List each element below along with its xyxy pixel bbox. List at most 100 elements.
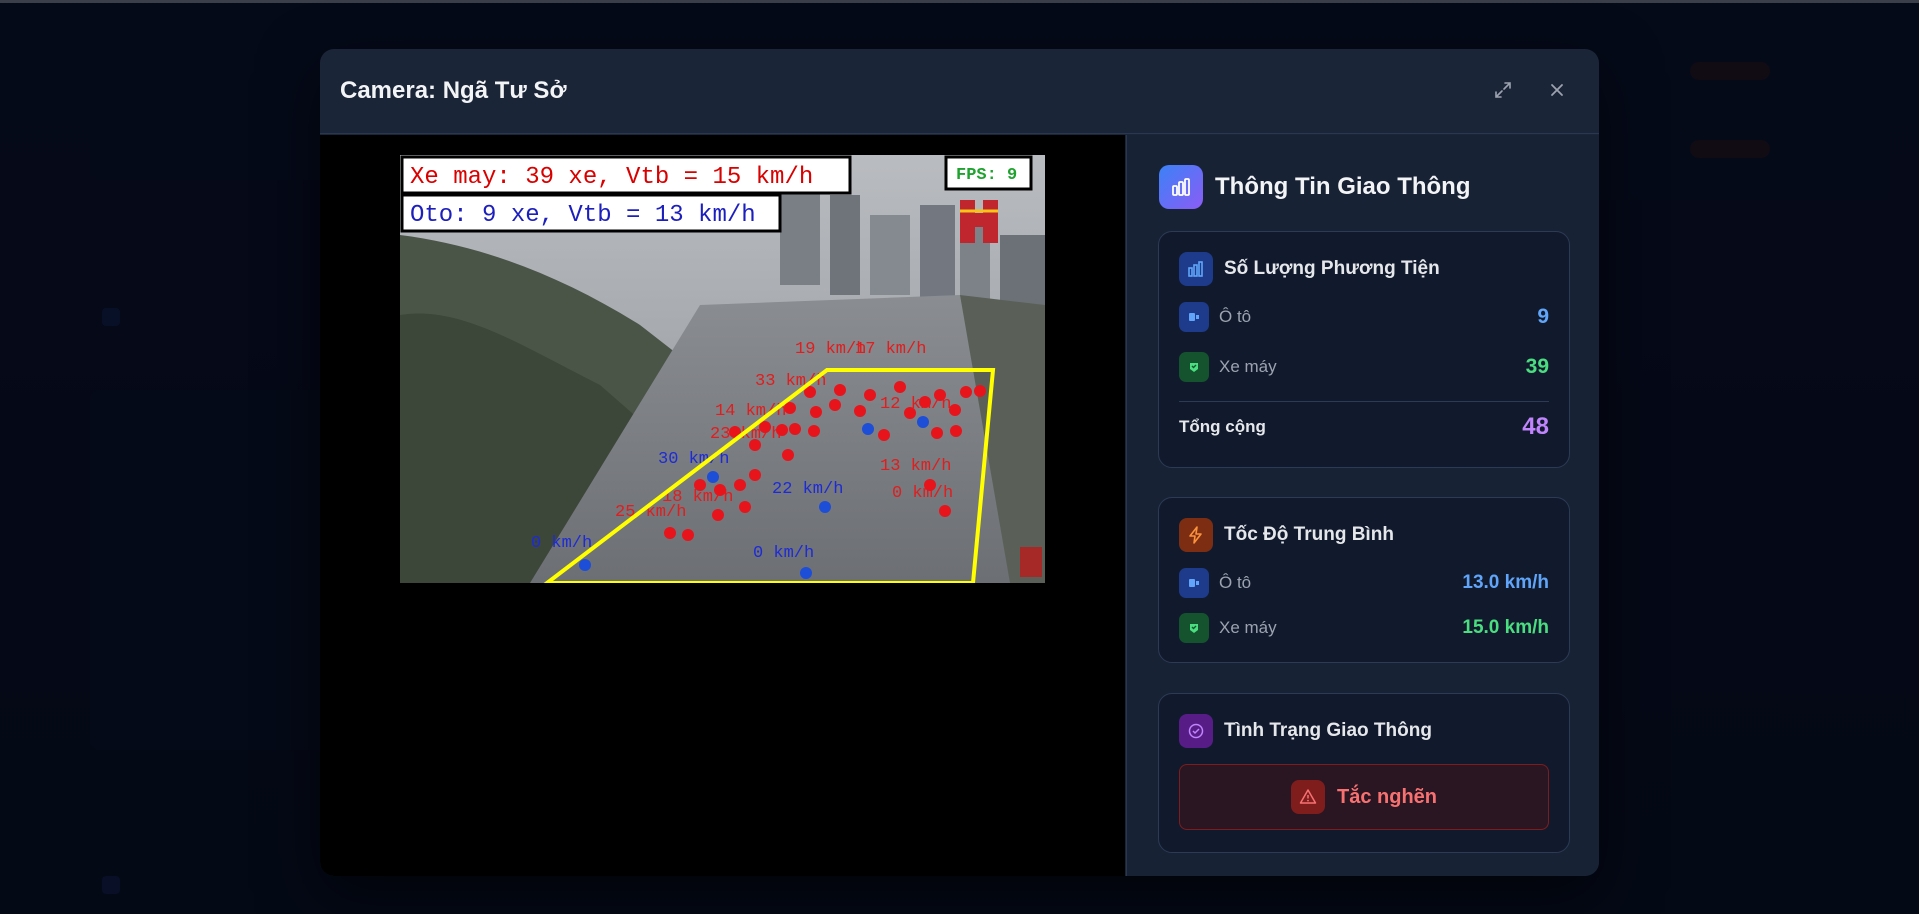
moto-marker	[789, 423, 801, 435]
car-count-value: 9	[1537, 305, 1549, 328]
corner-logo-icon	[1020, 547, 1042, 577]
divider	[1179, 401, 1549, 402]
expand-button[interactable]	[1490, 77, 1516, 103]
car-count-row: Ô tô 9	[1179, 302, 1549, 332]
speed-label: 17 km/h	[855, 340, 926, 359]
car-icon	[1179, 568, 1209, 598]
camera-video-frame[interactable]: 19 km/h 17 km/h 33 km/h 12 km/h 14 km/h …	[400, 155, 1045, 583]
vehicle-count-header: Số Lượng Phương Tiện	[1179, 252, 1440, 286]
moto-marker	[931, 427, 943, 439]
car-marker	[917, 416, 929, 428]
vehicle-count-title: Số Lượng Phương Tiện	[1224, 258, 1440, 279]
total-count-value: 48	[1522, 413, 1549, 440]
moto-speed-row: Xe máy 15.0 km/h	[1179, 613, 1549, 643]
speed-label: 0 km/h	[892, 484, 953, 503]
fps-text: FPS: 9	[956, 166, 1017, 185]
moto-marker	[694, 479, 706, 491]
moto-marker	[904, 407, 916, 419]
moto-marker	[834, 384, 846, 396]
moto-speed-value: 15.0 km/h	[1462, 617, 1549, 638]
panel-title: Thông Tin Giao Thông	[1215, 173, 1471, 200]
moto-overlay-text: Xe may: 39 xe, Vtb = 15 km/h	[410, 164, 813, 191]
lightning-icon	[1179, 518, 1213, 552]
moto-count-row: Xe máy 39	[1179, 352, 1549, 382]
moto-marker	[734, 479, 746, 491]
moto-count-label: Xe máy	[1219, 357, 1277, 376]
vehicle-count-card: Số Lượng Phương Tiện Ô tô 9 Xe máy 39 Tổ…	[1158, 231, 1570, 468]
moto-marker	[829, 399, 841, 411]
car-icon	[1179, 302, 1209, 332]
moto-marker	[949, 404, 961, 416]
speed-label: 13 km/h	[880, 457, 951, 476]
car-marker	[819, 501, 831, 513]
car-overlay-text: Oto: 9 xe, Vtb = 13 km/h	[410, 202, 756, 229]
total-count-row: Tổng cộng 48	[1179, 412, 1549, 442]
car-count-label: Ô tô	[1219, 307, 1252, 326]
traffic-status-title: Tình Trạng Giao Thông	[1224, 720, 1432, 741]
car-marker	[707, 471, 719, 483]
bar-chart-icon	[1159, 165, 1203, 209]
moto-marker	[950, 425, 962, 437]
moto-marker	[878, 429, 890, 441]
car-marker	[579, 559, 591, 571]
expand-icon	[1495, 82, 1511, 98]
video-pane: 19 km/h 17 km/h 33 km/h 12 km/h 14 km/h …	[320, 135, 1125, 876]
average-speed-header: Tốc Độ Trung Bình	[1179, 518, 1394, 552]
motorbike-icon	[1179, 613, 1209, 643]
moto-marker	[960, 386, 972, 398]
check-circle-icon	[1179, 714, 1213, 748]
moto-speed-label: Xe máy	[1219, 618, 1277, 637]
car-marker	[862, 423, 874, 435]
building	[870, 215, 910, 295]
moto-marker	[864, 389, 876, 401]
traffic-status-value: Tắc nghẽn	[1336, 785, 1437, 808]
moto-marker	[919, 396, 931, 408]
bar-chart-icon	[1179, 252, 1213, 286]
moto-marker	[924, 479, 936, 491]
moto-marker	[894, 381, 906, 393]
motorbike-icon	[1179, 352, 1209, 382]
modal-header: Camera: Ngã Tư Sở	[320, 49, 1599, 134]
speed-label: 22 km/h	[772, 480, 843, 499]
moto-marker	[712, 509, 724, 521]
camera-frame-svg: 19 km/h 17 km/h 33 km/h 12 km/h 14 km/h …	[400, 155, 1045, 583]
moto-marker	[854, 405, 866, 417]
moto-marker	[974, 385, 986, 397]
moto-marker	[934, 389, 946, 401]
car-speed-label: Ô tô	[1219, 573, 1252, 592]
total-count-label: Tổng cộng	[1179, 417, 1266, 436]
speed-label: 0 km/h	[531, 534, 592, 553]
moto-marker	[782, 449, 794, 461]
car-speed-row: Ô tô 13.0 km/h	[1179, 568, 1549, 598]
moto-marker	[776, 424, 788, 436]
traffic-status-header: Tình Trạng Giao Thông	[1179, 714, 1432, 748]
moto-count-value: 39	[1525, 355, 1549, 378]
close-button[interactable]	[1544, 77, 1570, 103]
moto-marker	[739, 501, 751, 513]
building	[830, 195, 860, 295]
building	[920, 205, 955, 305]
speed-label: 0 km/h	[753, 544, 814, 563]
panel-header: Thông Tin Giao Thông	[1159, 165, 1471, 209]
speed-label: 33 km/h	[755, 372, 826, 391]
average-speed-card: Tốc Độ Trung Bình Ô tô 13.0 km/h Xe máy …	[1158, 497, 1570, 663]
moto-marker	[808, 425, 820, 437]
average-speed-title: Tốc Độ Trung Bình	[1224, 524, 1394, 545]
traffic-info-panel: Thông Tin Giao Thông Số Lượng Phương Tiệ…	[1126, 135, 1599, 876]
close-icon	[1551, 84, 1563, 96]
car-marker	[800, 567, 812, 579]
moto-marker	[664, 527, 676, 539]
moto-marker	[682, 529, 694, 541]
camera-modal: Camera: Ngã Tư Sở 19 km/h 17 km/h 33 km/…	[320, 49, 1599, 876]
moto-marker	[939, 505, 951, 517]
traffic-status-badge: Tắc nghẽn	[1179, 764, 1549, 830]
moto-marker	[749, 469, 761, 481]
moto-marker	[810, 406, 822, 418]
top-border	[0, 0, 1919, 3]
traffic-status-card: Tình Trạng Giao Thông Tắc nghẽn	[1158, 693, 1570, 853]
moto-marker	[714, 484, 726, 496]
warning-triangle-icon	[1290, 780, 1325, 814]
car-speed-value: 13.0 km/h	[1462, 572, 1549, 593]
moto-marker	[749, 439, 761, 451]
modal-title: Camera: Ngã Tư Sở	[340, 77, 567, 104]
